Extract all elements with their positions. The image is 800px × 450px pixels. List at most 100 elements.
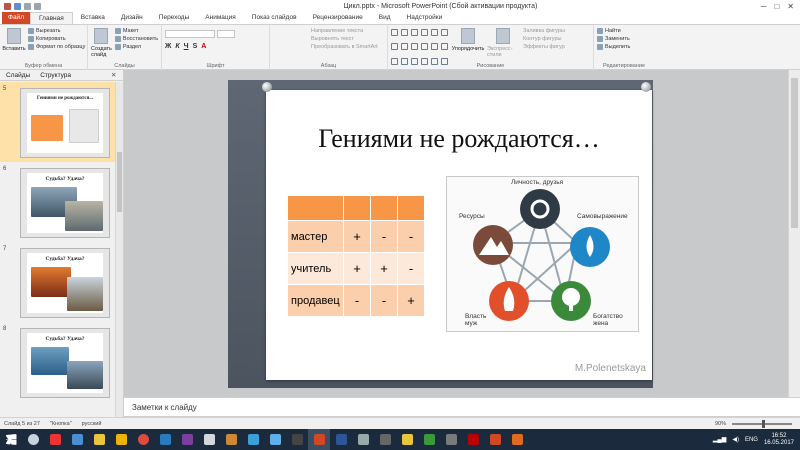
italic-icon[interactable]: К <box>175 43 179 50</box>
thumb-image <box>31 267 71 297</box>
taskbar-app[interactable] <box>440 429 462 450</box>
zoom-level[interactable]: 90% <box>715 421 726 427</box>
diagram-label-right: Самовыражение <box>577 213 628 220</box>
zoom-slider[interactable] <box>732 419 792 428</box>
slide[interactable]: Гениями не рождаются… мастер + - - учите… <box>266 90 652 380</box>
slide-thumb-6[interactable]: 6 Судьба? Удача? <box>0 162 116 242</box>
taskbar-app[interactable] <box>44 429 66 450</box>
taskbar-app[interactable] <box>506 429 528 450</box>
tab-design[interactable]: Дизайн <box>113 12 151 24</box>
pin-icon <box>641 82 651 92</box>
text-direction-button[interactable]: Направление текста <box>311 28 384 34</box>
group-clipboard: Вставить Вырезать Копировать Формат по о… <box>0 25 88 70</box>
notes-pane[interactable]: Заметки к слайду <box>124 397 800 417</box>
powerpoint-icon[interactable] <box>4 2 11 10</box>
format-painter-button[interactable]: Формат по образцу <box>28 44 85 50</box>
align-text-button[interactable]: Выровнять текст <box>311 36 384 42</box>
undo-icon[interactable] <box>24 2 31 10</box>
taskbar-app[interactable] <box>484 429 506 450</box>
taskbar-app[interactable] <box>418 429 440 450</box>
system-tray: ▂▄▆ ◀) ENG 16:52 16.05.2017 <box>713 433 800 447</box>
maximize-button[interactable]: □ <box>774 2 779 11</box>
reset-button[interactable]: Восстановить <box>114 36 158 42</box>
tab-slides-panel[interactable]: Слайды <box>6 72 30 79</box>
font-color-icon[interactable]: A <box>201 43 206 50</box>
yandex-icon <box>49 434 61 445</box>
taskbar-powerpoint[interactable] <box>308 429 330 450</box>
tab-animations[interactable]: Анимация <box>197 12 244 24</box>
tab-slideshow[interactable]: Показ слайдов <box>244 12 305 24</box>
canvas-scrollbar[interactable] <box>788 70 800 397</box>
taskbar-app[interactable] <box>22 429 44 450</box>
table-row: продавец - - + <box>287 284 425 317</box>
taskbar-app[interactable] <box>198 429 220 450</box>
taskbar-app[interactable] <box>396 429 418 450</box>
cut-button[interactable]: Вырезать <box>28 28 85 34</box>
close-panel-icon[interactable]: ✕ <box>111 71 116 79</box>
tab-view[interactable]: Вид <box>371 12 399 24</box>
table-row: мастер + - - <box>287 220 425 253</box>
taskbar-app[interactable] <box>352 429 374 450</box>
network-icon[interactable]: ▂▄▆ <box>713 436 726 443</box>
taskbar-app[interactable] <box>374 429 396 450</box>
tab-file[interactable]: Файл <box>2 12 30 24</box>
slide-thumb-8[interactable]: 8 Судьба? Удача? <box>0 322 116 402</box>
bold-icon[interactable]: Ж <box>165 43 171 50</box>
shape-effects-button[interactable]: Эффекты фигур <box>523 44 565 50</box>
underline-icon[interactable]: Ч <box>184 43 189 50</box>
close-button[interactable]: ✕ <box>787 2 794 11</box>
app-icon <box>489 434 501 445</box>
shape-fill-button[interactable]: Заливка фигуры <box>523 28 565 34</box>
taskbar-app[interactable] <box>132 429 154 450</box>
language[interactable]: русский <box>82 421 102 427</box>
font-family-select[interactable] <box>165 30 215 38</box>
save-icon[interactable] <box>14 2 21 10</box>
minimize-button[interactable]: ─ <box>761 2 767 11</box>
taskbar-app[interactable] <box>88 429 110 450</box>
layout-icon <box>114 28 121 34</box>
redo-icon[interactable] <box>34 2 41 10</box>
taskbar-app[interactable] <box>330 429 352 450</box>
tab-review[interactable]: Рецензирование <box>305 12 371 24</box>
tab-addins[interactable]: Надстройки <box>399 12 451 24</box>
slide-thumb-7[interactable]: 7 Судьба? Удача? <box>0 242 116 322</box>
tab-insert[interactable]: Вставка <box>73 12 113 24</box>
find-button[interactable]: Найти <box>597 28 651 34</box>
taskbar-app[interactable] <box>66 429 88 450</box>
pin-icon <box>262 82 272 92</box>
select-button[interactable]: Выделить <box>597 44 651 50</box>
taskbar-app[interactable] <box>264 429 286 450</box>
tab-outline-panel[interactable]: Структура <box>40 72 71 79</box>
taskbar-app[interactable] <box>286 429 308 450</box>
app-icon <box>445 434 457 445</box>
slide-thumb-5[interactable]: 5 Гениями не рождаются... <box>0 82 116 162</box>
taskbar-app[interactable] <box>242 429 264 450</box>
slide-title[interactable]: Гениями не рождаются… <box>266 124 652 154</box>
five-elements-diagram[interactable]: Личность, друзья Ресурсы Самовыражение В… <box>446 176 639 332</box>
smartart-button[interactable]: Преобразовать в SmartArt <box>311 44 384 50</box>
shape-outline-button[interactable]: Контур фигуры <box>523 36 565 42</box>
tab-home[interactable]: Главная <box>30 12 73 24</box>
input-language[interactable]: ENG <box>745 437 758 443</box>
tab-transitions[interactable]: Переходы <box>151 12 198 24</box>
taskbar-app[interactable] <box>462 429 484 450</box>
copy-button[interactable]: Копировать <box>28 36 85 42</box>
section-button[interactable]: Раздел <box>114 44 158 50</box>
replace-button[interactable]: Заменить <box>597 36 651 42</box>
clock[interactable]: 16:52 16.05.2017 <box>764 433 794 447</box>
panel-scrollbar[interactable] <box>115 82 123 417</box>
roles-table[interactable]: мастер + - - учитель + + - продавец - - … <box>287 195 425 317</box>
group-font: ЖКЧSA Шрифт <box>162 25 270 70</box>
app-icon <box>225 434 237 445</box>
taskbar-app[interactable] <box>110 429 132 450</box>
strikethrough-icon[interactable]: S <box>193 43 198 50</box>
ribbon-tabs: Файл Главная Вставка Дизайн Переходы Ани… <box>0 12 800 25</box>
font-size-select[interactable] <box>217 30 235 38</box>
taskbar-app[interactable] <box>154 429 176 450</box>
taskbar-app[interactable] <box>176 429 198 450</box>
start-button[interactable] <box>0 429 22 450</box>
layout-button[interactable]: Макет <box>114 28 158 34</box>
taskbar-app[interactable] <box>220 429 242 450</box>
word-icon <box>335 434 347 445</box>
volume-icon[interactable]: ◀) <box>732 436 739 443</box>
